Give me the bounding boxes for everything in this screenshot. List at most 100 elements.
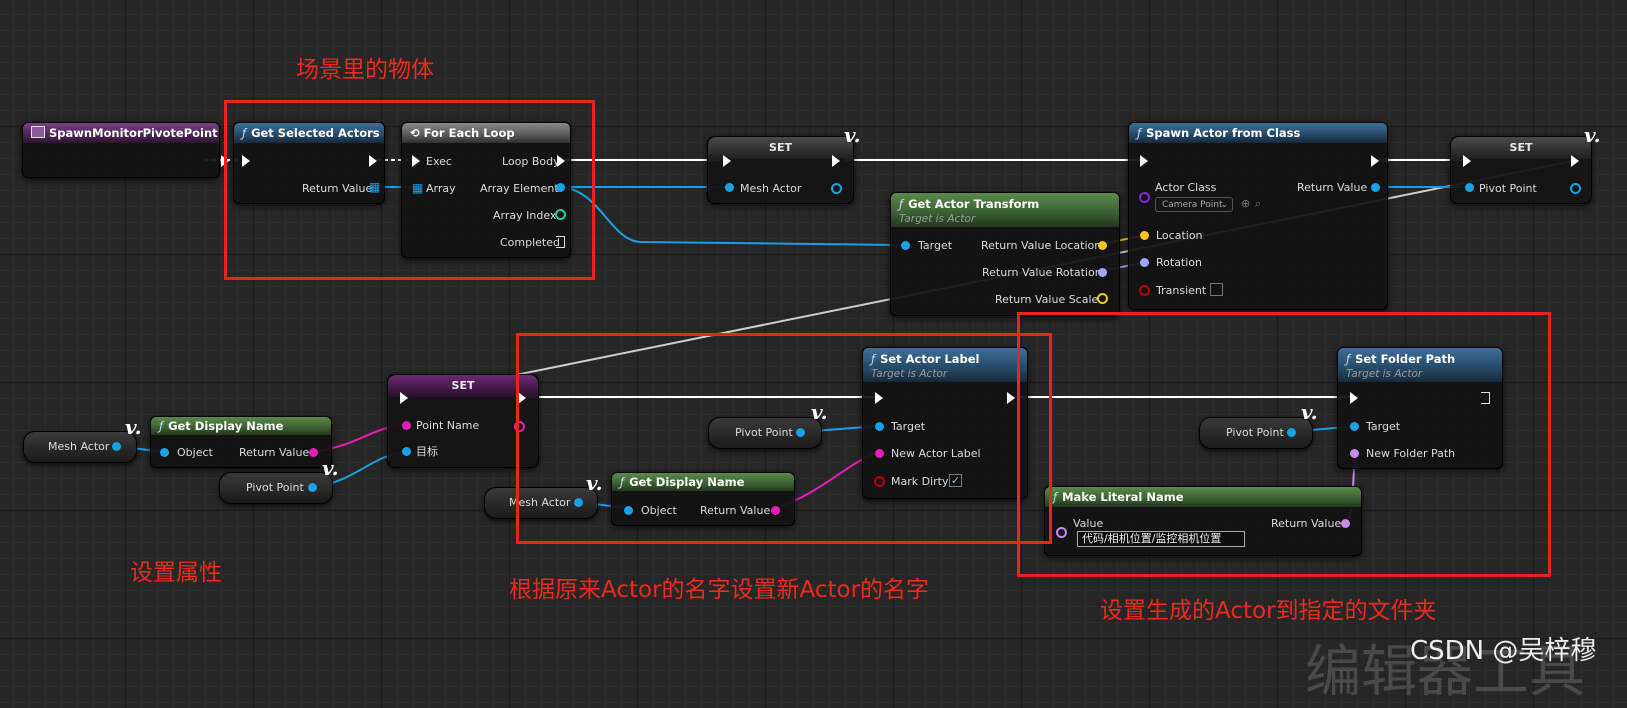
node-title: SET: [388, 375, 538, 397]
return-value-pin[interactable]: [309, 448, 318, 457]
variable-v-icon: v.: [586, 471, 603, 495]
exec-out-pin[interactable]: [1571, 155, 1579, 167]
getter-label: Mesh Actor: [509, 496, 571, 509]
event-node[interactable]: SpawnMonitorPivotePoint: [22, 122, 229, 178]
exec-out-pin[interactable]: [832, 155, 840, 167]
spawn-actor-node[interactable]: ƒ Spawn Actor from Class Actor Class Came…: [1128, 122, 1388, 310]
return-location-pin[interactable]: [1098, 241, 1107, 250]
mesh-actor-in-pin[interactable]: [725, 183, 734, 192]
getter-label: Pivot Point: [246, 481, 304, 494]
variable-v-icon: v.: [811, 400, 828, 424]
actor-class-pin[interactable]: [1139, 192, 1150, 203]
array-grid-icon[interactable]: ▦: [412, 182, 423, 195]
clear-icon[interactable]: ⊕: [1241, 197, 1250, 210]
exec-out-pin[interactable]: [369, 155, 377, 167]
pivot-point-out-pin[interactable]: [308, 483, 317, 492]
array-label: Array: [426, 182, 456, 195]
exec-in-pin[interactable]: [412, 155, 420, 167]
pivot-point-out-pin[interactable]: [1287, 428, 1296, 437]
get-display-name-node[interactable]: ƒ Get Display Name Object Return Value: [611, 472, 795, 526]
return-value-label: Return Value: [302, 182, 373, 195]
annotation-folder: 设置生成的Actor到指定的文件夹: [1100, 598, 1437, 624]
completed-pin[interactable]: [556, 236, 565, 248]
exec-in-pin[interactable]: [400, 392, 408, 404]
mark-dirty-checkbox[interactable]: ✓: [949, 474, 962, 487]
mesh-actor-out-pin[interactable]: [112, 442, 121, 451]
exec-out-pin[interactable]: [518, 392, 526, 404]
loop-body-label: Loop Body: [502, 155, 560, 168]
pivot-point-in-pin[interactable]: [1465, 183, 1474, 192]
get-actor-transform-node[interactable]: ƒ Get Actor Transform Target is Actor Targ…: [890, 192, 1120, 316]
mark-dirty-pin[interactable]: [874, 476, 885, 487]
mark-dirty-label: Mark Dirty: [891, 475, 949, 488]
object-pin[interactable]: [624, 506, 633, 515]
value-pin[interactable]: [1056, 527, 1067, 538]
target-pin[interactable]: [901, 241, 910, 250]
array-grid-icon[interactable]: ▦: [369, 181, 380, 194]
return-value-label: Return Value: [1271, 517, 1342, 530]
location-pin[interactable]: [1140, 231, 1149, 240]
transient-checkbox[interactable]: [1210, 283, 1223, 296]
rotation-pin[interactable]: [1140, 258, 1149, 267]
exec-label: Exec: [426, 155, 452, 168]
value-text-field[interactable]: 代码/相机位置/监控相机位置: [1077, 531, 1245, 547]
mesh-actor-out-pin[interactable]: [574, 498, 583, 507]
new-label-pin[interactable]: [875, 449, 884, 458]
exec-in-pin[interactable]: [1350, 392, 1358, 404]
pivot-point-out-pin[interactable]: [796, 428, 805, 437]
return-value-pin[interactable]: [771, 506, 780, 515]
set-mesh-actor-node[interactable]: SET Mesh Actor: [707, 136, 854, 204]
get-display-name-node[interactable]: ƒ Get Display Name Object Return Value: [150, 416, 332, 468]
mesh-actor-out-pin[interactable]: [831, 183, 842, 194]
set-folder-path-node[interactable]: ƒ Set Folder Path Target is Actor Target N…: [1337, 347, 1503, 469]
variable-v-icon: v.: [1301, 400, 1318, 424]
exec-out-pin[interactable]: [1007, 392, 1015, 404]
array-element-pin[interactable]: [556, 183, 565, 192]
function-icon: ƒ: [620, 475, 625, 489]
mesh-actor-getter[interactable]: Mesh Actor: [23, 431, 137, 463]
transient-pin[interactable]: [1139, 285, 1150, 296]
target-pin[interactable]: [1350, 422, 1359, 431]
mesh-actor-getter[interactable]: Mesh Actor: [484, 487, 598, 519]
object-pin[interactable]: [160, 448, 169, 457]
exec-out-pin[interactable]: [1481, 392, 1490, 404]
make-literal-name-node[interactable]: ƒ Make Literal Name Value 代码/相机位置/监控相机位置 …: [1044, 486, 1362, 556]
target-pin[interactable]: [402, 447, 411, 456]
actor-class-dropdown[interactable]: Camera Point ⌄: [1155, 197, 1233, 212]
exec-out-pin[interactable]: [1371, 155, 1379, 167]
search-icon[interactable]: ⌕: [1255, 197, 1261, 210]
exec-in-pin[interactable]: [875, 392, 883, 404]
event-title: SpawnMonitorPivotePoint: [49, 126, 218, 140]
variable-v-icon: v.: [322, 456, 339, 480]
pivot-point-out-pin[interactable]: [1570, 183, 1581, 194]
set-point-name-node[interactable]: SET Point Name 目标: [387, 374, 539, 468]
csdn-watermark: CSDN @吴梓穆: [1410, 636, 1597, 666]
point-name-pin[interactable]: [402, 421, 411, 430]
function-icon: ƒ: [1346, 352, 1351, 366]
exec-in-pin[interactable]: [1140, 155, 1148, 167]
pivot-point-getter[interactable]: Pivot Point: [708, 417, 822, 449]
return-value-pin[interactable]: [1341, 519, 1350, 528]
function-icon: ƒ: [871, 352, 876, 366]
get-selected-actors-node[interactable]: ƒ Get Selected Actors Return Value ▦: [233, 122, 385, 204]
node-title: Set Actor Label: [880, 352, 980, 366]
target-pin[interactable]: [875, 422, 884, 431]
exec-in-pin[interactable]: [723, 155, 731, 167]
pivot-point-getter[interactable]: Pivot Point: [219, 472, 333, 504]
return-scale-pin[interactable]: [1097, 293, 1108, 304]
return-value-pin[interactable]: [1371, 183, 1380, 192]
return-rotation-pin[interactable]: [1098, 268, 1107, 277]
set-actor-label-node[interactable]: ƒ Set Actor Label Target is Actor Target N…: [862, 347, 1028, 499]
exec-in-pin[interactable]: [1463, 155, 1471, 167]
set-pivot-point-node[interactable]: SET Pivot Point: [1450, 136, 1592, 204]
function-icon: ƒ: [1137, 126, 1142, 140]
pivot-point-getter[interactable]: Pivot Point: [1199, 417, 1313, 449]
target-label: Target: [918, 239, 953, 252]
array-index-pin[interactable]: [555, 209, 566, 220]
exec-in-pin[interactable]: [242, 155, 250, 167]
for-each-loop-node[interactable]: ⟲ For Each Loop Exec Loop Body ▦ Array Ar…: [401, 122, 571, 258]
point-name-out-pin[interactable]: [514, 421, 525, 432]
exec-out-pin[interactable]: [221, 155, 229, 167]
loop-body-pin[interactable]: [557, 155, 565, 167]
new-folder-pin[interactable]: [1350, 449, 1359, 458]
